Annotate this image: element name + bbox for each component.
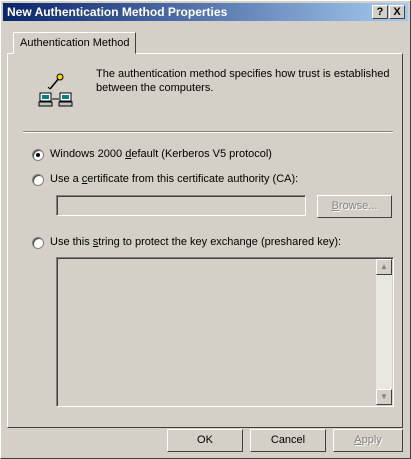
radio-certificate[interactable]	[32, 174, 44, 186]
cancel-button[interactable]: Cancel	[250, 429, 326, 452]
title-bar[interactable]: New Authentication Method Properties ? X	[3, 3, 408, 21]
label-preshared-key[interactable]: Use this string to protect the key excha…	[50, 236, 341, 248]
vertical-scrollbar[interactable]: ▲ ▼	[376, 259, 392, 405]
computers-linked-icon	[38, 73, 73, 107]
label-certificate[interactable]: Use a certificate from this certificate …	[50, 173, 298, 185]
window-title: New Authentication Method Properties	[7, 5, 228, 19]
ok-button[interactable]: OK	[167, 429, 243, 452]
radio-preshared-key[interactable]	[32, 237, 44, 249]
help-button[interactable]: ?	[372, 5, 388, 19]
certificate-authority-field[interactable]	[56, 195, 306, 216]
browse-button[interactable]: Browse...	[317, 195, 392, 218]
preshared-key-textarea[interactable]	[56, 257, 394, 407]
tab-authentication-method[interactable]: Authentication Method	[13, 32, 137, 54]
radio-selected-dot	[36, 153, 40, 157]
scroll-up-icon[interactable]: ▲	[376, 259, 392, 275]
close-button[interactable]: X	[389, 5, 405, 19]
apply-button[interactable]: Apply	[333, 429, 403, 452]
radio-kerberos[interactable]	[32, 149, 44, 161]
scroll-down-icon[interactable]: ▼	[376, 389, 392, 405]
description-text: The authentication method specifies how …	[96, 68, 390, 94]
dialog-window: New Authentication Method Properties ? X…	[0, 0, 411, 459]
label-kerberos[interactable]: Windows 2000 default (Kerberos V5 protoc…	[50, 148, 272, 160]
separator	[23, 131, 393, 133]
